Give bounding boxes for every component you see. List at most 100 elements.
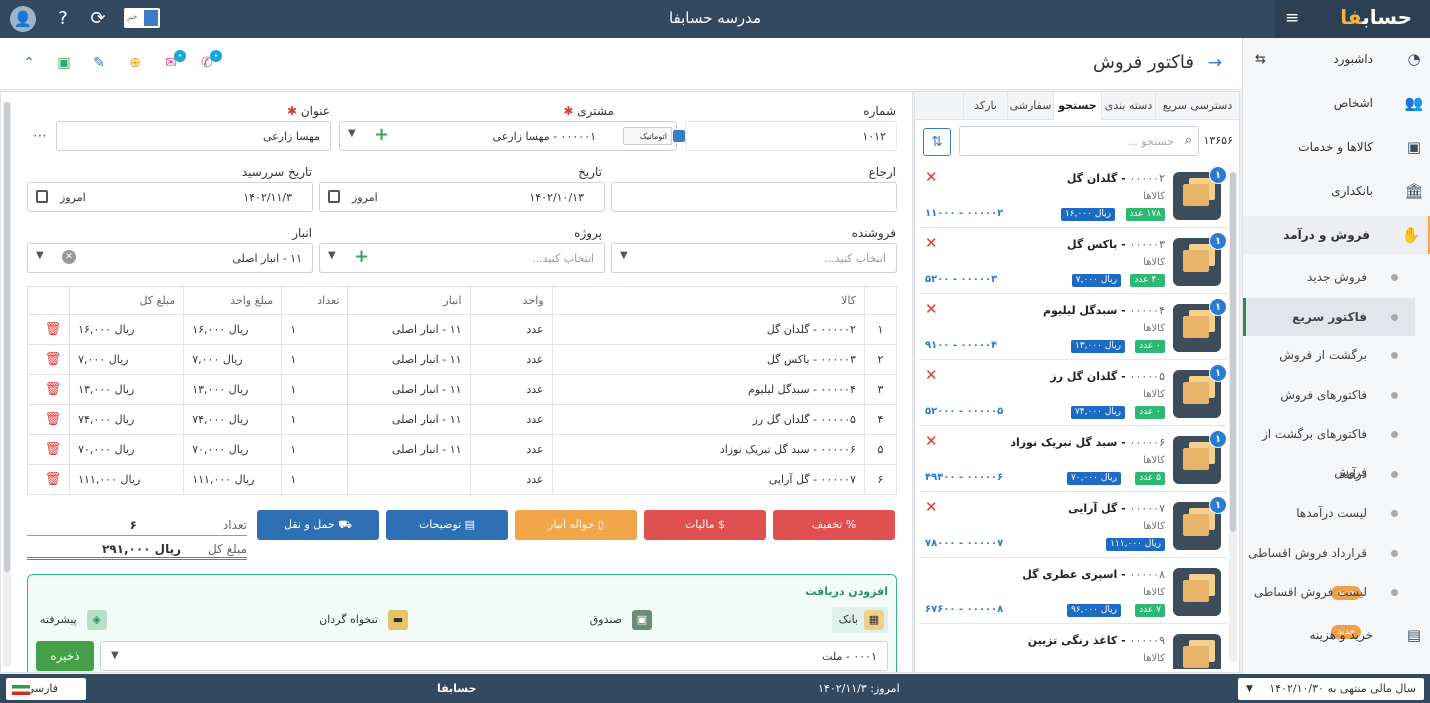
remove-x-icon[interactable]: ✕ — [925, 432, 938, 450]
sidebar-sub-quick-invoice[interactable]: فاکتور سریع — [1243, 298, 1415, 336]
sidebar-sub-return-invoices[interactable]: فاکتورهای برگشت از فروش — [1243, 415, 1415, 479]
message-icon[interactable]: ✆ • — [198, 50, 222, 72]
cell-qty[interactable]: ۱ — [281, 314, 349, 345]
table-row[interactable]: ۴ ۰۰۰۰۰۵ - گلدان گل رز عدد ۱۱ - انبار اصلی ۱… — [26, 404, 898, 435]
cell-unit-price[interactable]: ریال ۷۴,۰۰۰ — [183, 404, 283, 435]
sidebar-item-sales[interactable]: ✋ فروش و درآمد — [1243, 216, 1430, 254]
scroll-thumb[interactable] — [1230, 172, 1236, 532]
remove-x-icon[interactable]: ✕ — [925, 300, 938, 318]
cell-qty[interactable]: ۱ — [281, 374, 349, 405]
cell-unit[interactable]: عدد — [469, 404, 553, 435]
sidebar-sub-new-sale[interactable]: فروش جدید — [1243, 258, 1415, 296]
product-card[interactable]: ۱ ۰۰۰۰۰۴ - سبدگل لیلیوم کالاها ۰ عدد ریال ۱۳… — [919, 296, 1227, 360]
table-row[interactable]: ۵ ۰۰۰۰۰۶ - سبد گل تبریک نوزاد عدد ۱۱ - انبا… — [26, 434, 898, 465]
product-card[interactable]: ۰۰۰۰۰۹ - کاغذ رنگی تزیین کالاها — [919, 626, 1227, 669]
remove-x-icon[interactable]: ✕ — [925, 498, 938, 516]
cell-unit[interactable]: عدد — [469, 434, 553, 465]
sidebar-item-purchase[interactable]: ▤ خرید و هزینه — [1243, 616, 1430, 654]
sidebar-item-products[interactable]: ▣ کالاها و خدمات — [1243, 128, 1430, 166]
sidebar-sub-sale-return[interactable]: برگشت از فروش — [1243, 336, 1415, 374]
table-row[interactable]: ۳ ۰۰۰۰۰۴ - سبدگل لیلیوم عدد ۱۱ - انبار اصلی… — [26, 374, 898, 405]
cell-warehouse[interactable]: ۱۱ - انبار اصلی — [347, 404, 471, 435]
cell-unit[interactable]: عدد — [469, 464, 553, 495]
sidebar-item-persons[interactable]: 👥 اشخاص — [1243, 84, 1430, 122]
trash-icon[interactable]: 🗑 — [26, 344, 71, 375]
sort-button[interactable]: ⇅ — [923, 128, 951, 156]
receipt-cashbox-option[interactable]: ▣ صندوق — [590, 607, 656, 633]
sidebar-sub-income-list[interactable]: لیست درآمدها — [1243, 494, 1415, 532]
remove-x-icon[interactable]: ✕ — [925, 234, 938, 252]
today-link[interactable]: امروز — [352, 191, 378, 204]
collapse-chevron-icon[interactable]: ⌃ — [20, 54, 38, 72]
scroll-thumb[interactable] — [4, 102, 10, 572]
sidebar-sub-income[interactable]: درآمد — [1243, 455, 1415, 493]
cell-qty[interactable]: ۱ — [281, 464, 349, 495]
cell-qty[interactable]: ۱ — [281, 434, 349, 465]
chevron-down-icon[interactable]: ▼ — [111, 650, 119, 661]
invoice-number-field[interactable]: ۱۰۱۲ — [685, 121, 897, 151]
product-card[interactable]: ۱ ۰۰۰۰۰۷ - گل آرایی کالاها ریال ۱۱۱,۰۰۰ ۷۸۰۰… — [919, 494, 1227, 558]
cell-unit-price[interactable]: ریال ۱۱۱,۰۰۰ — [183, 464, 283, 495]
new-document-icon[interactable]: ⊕ — [126, 54, 144, 72]
calendar-icon[interactable] — [36, 190, 48, 203]
title-field[interactable]: مهسا زارعی — [56, 121, 331, 151]
date-field[interactable]: ۱۴۰۲/۱۰/۱۳ امروز — [319, 182, 605, 212]
notes-button[interactable]: ▤ توضیحات — [386, 510, 508, 540]
cell-product[interactable]: ۰۰۰۰۰۷ - گل آرایی — [551, 464, 865, 495]
fiscal-year-select[interactable]: سال مالی منتهی به ۱۴۰۲/۱۰/۳۰ ▼ — [1238, 678, 1424, 700]
tab-category[interactable]: دسته بندی — [1101, 92, 1155, 120]
form-scrollbar[interactable] — [3, 102, 11, 667]
product-card[interactable]: ۱ ۰۰۰۰۰۳ - باکس گل کالاها ۴۰ عدد ریال ۷,۰۰۰ ۵… — [919, 230, 1227, 294]
cell-product[interactable]: ۰۰۰۰۰۳ - باکس گل — [551, 344, 865, 375]
sidebar-toggle-icon[interactable]: ⇆ — [1255, 52, 1266, 67]
tab-custom[interactable]: سفارشی — [1007, 92, 1053, 120]
cell-qty[interactable]: ۱ — [281, 344, 349, 375]
edit-pencil-icon[interactable]: ✎ — [90, 54, 108, 72]
cell-product[interactable]: ۰۰۰۰۰۵ - گلدان گل رز — [551, 404, 865, 435]
project-select[interactable]: انتخاب کنید... ▼ + — [319, 243, 605, 273]
email-icon[interactable]: ✉ • — [162, 50, 186, 72]
warehouse-select[interactable]: ۱۱ - انبار اصلی ▼ ✕ — [27, 243, 313, 273]
trash-icon[interactable]: 🗑 — [26, 434, 71, 465]
tab-quick-access[interactable]: دسترسی سریع — [1155, 92, 1239, 120]
chevron-down-icon[interactable]: ▼ — [348, 128, 356, 139]
product-card[interactable]: ۱ ۰۰۰۰۰۵ - گلدان گل رز کالاها ۰ عدد ریال ۷۴,… — [919, 362, 1227, 426]
cell-warehouse[interactable] — [347, 464, 471, 495]
hamburger-icon[interactable]: ≡ — [1285, 8, 1299, 28]
add-project-icon[interactable]: + — [354, 246, 369, 267]
due-date-field[interactable]: ۱۴۰۲/۱۱/۳ امروز — [27, 182, 313, 212]
cell-product[interactable]: ۰۰۰۰۰۶ - سبد گل تبریک نوزاد — [551, 434, 865, 465]
table-row[interactable]: ۲ ۰۰۰۰۰۳ - باکس گل عدد ۱۱ - انبار اصلی ۱ ریال… — [26, 344, 898, 375]
save-button[interactable]: ذخیره — [36, 641, 94, 671]
trash-icon[interactable]: 🗑 — [26, 374, 71, 405]
tax-button[interactable]: $ مالیات — [644, 510, 766, 540]
cell-unit[interactable]: عدد — [469, 374, 553, 405]
product-search-input[interactable]: ⌕ جستجو ... — [959, 126, 1199, 156]
account-select[interactable]: ۰۰۰۱ - ملت ▼ — [100, 641, 888, 671]
cell-warehouse[interactable]: ۱۱ - انبار اصلی — [347, 434, 471, 465]
cell-unit-price[interactable]: ریال ۱۶,۰۰۰ — [183, 314, 283, 345]
product-card[interactable]: ۱ ۰۰۰۰۰۲ - گلدان گل کالاها ۱۷۸ عدد ریال ۱۶,۰… — [919, 164, 1227, 228]
remove-x-icon[interactable]: ✕ — [925, 366, 938, 384]
sidebar-sub-installment-contract[interactable]: قرارداد فروش اقساطیجدید — [1243, 534, 1415, 600]
cell-warehouse[interactable]: ۱۱ - انبار اصلی — [347, 374, 471, 405]
back-arrow-icon[interactable]: → — [1208, 53, 1222, 73]
warehouse-transfer-button[interactable]: ▯ حواله انبار — [515, 510, 637, 540]
cell-warehouse[interactable]: ۱۱ - انبار اصلی — [347, 344, 471, 375]
cell-unit[interactable]: عدد — [469, 344, 553, 375]
discount-button[interactable]: % تخفیف — [773, 510, 895, 540]
trash-icon[interactable]: 🗑 — [26, 314, 71, 345]
shipping-button[interactable]: ⛟ حمل و نقل — [257, 510, 379, 540]
cell-product[interactable]: ۰۰۰۰۰۲ - گلدان گل — [551, 314, 865, 345]
remove-x-icon[interactable]: ✕ — [925, 168, 938, 186]
sidebar-item-banking[interactable]: 🏛 بانکداری — [1243, 172, 1430, 210]
more-dots-icon[interactable]: ⋯ — [33, 128, 47, 144]
language-select[interactable]: فارسی — [6, 678, 86, 700]
save-disk-icon[interactable]: ▣ — [55, 54, 73, 72]
table-row[interactable]: ۶ ۰۰۰۰۰۷ - گل آرایی عدد ۱ ریال ۱۱۱,۰۰۰ ریال ۱… — [26, 464, 898, 495]
sidebar-sub-installment-list[interactable]: لیست فروش اقساطیجدید — [1243, 573, 1415, 639]
receipt-advanced-option[interactable]: ◈ پیشرفته — [40, 607, 111, 633]
receipt-petty-option[interactable]: ▬ تنخواه گردان — [319, 607, 412, 633]
cell-unit[interactable]: عدد — [469, 314, 553, 345]
trash-icon[interactable]: 🗑 — [26, 404, 71, 435]
